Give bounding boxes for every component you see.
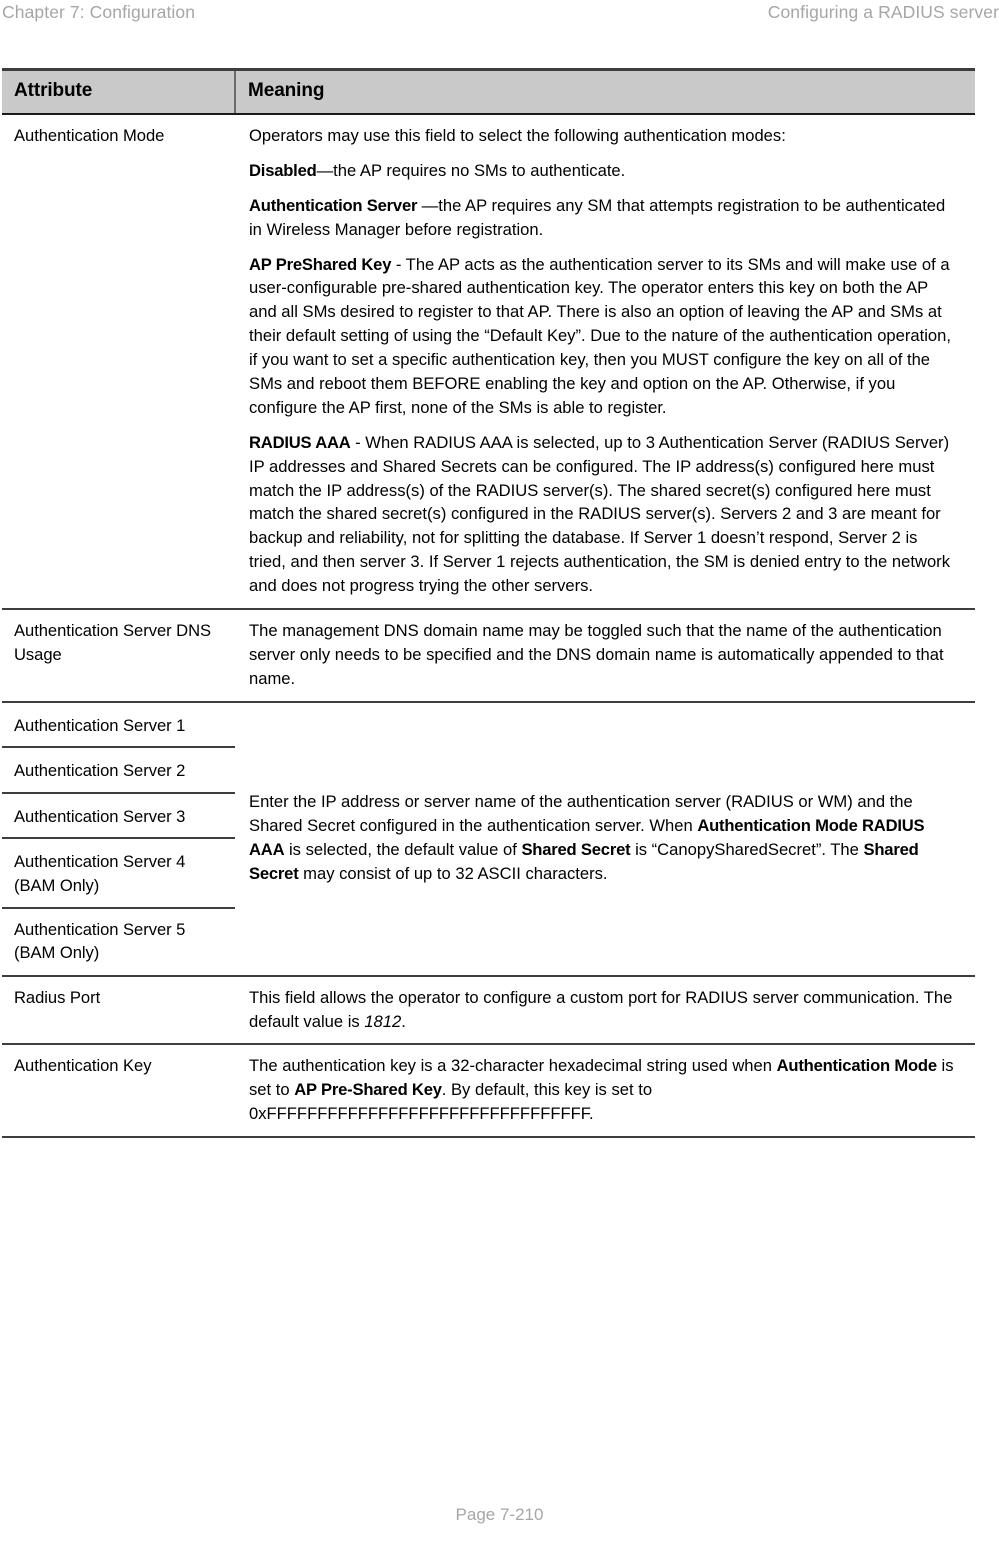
attribute-name: Authentication Server 5 (BAM Only) xyxy=(2,907,235,977)
attribute-table: Attribute Meaning Authentication Mode Op… xyxy=(2,68,975,1139)
paragraph-text: The authentication key is a 32-character… xyxy=(249,1056,777,1076)
paragraph-text: is selected, the default value of xyxy=(284,840,522,860)
running-header-left: Chapter 7: Configuration xyxy=(2,2,196,22)
table-header-row: Attribute Meaning xyxy=(2,68,975,115)
description-paragraph: The management DNS domain name may be to… xyxy=(249,619,955,691)
attribute-name: Authentication Key xyxy=(2,1044,235,1139)
attribute-description: Operators may use this field to select t… xyxy=(235,114,975,611)
column-header-attribute: Attribute xyxy=(2,68,236,115)
term-disabled: Disabled xyxy=(249,160,317,180)
default-value-1812: 1812 xyxy=(364,1011,402,1031)
description-paragraph: AP PreShared Key - The AP acts as the au… xyxy=(249,253,955,420)
term-authentication-mode: Authentication Mode xyxy=(776,1056,937,1076)
attribute-name: Authentication Server 1 xyxy=(2,701,235,749)
paragraph-text: - When RADIUS AAA is selected, up to 3 A… xyxy=(249,432,950,596)
term-shared-secret: Shared Secret xyxy=(521,840,631,860)
running-header: Chapter 7: Configuration Configuring a R… xyxy=(0,0,999,30)
attribute-name: Authentication Server 4 (BAM Only) xyxy=(2,838,235,909)
paragraph-text: —the AP requires no SMs to authenticate. xyxy=(316,160,626,180)
table-header: Attribute Meaning xyxy=(2,68,975,115)
table-row: Authentication Key The authentication ke… xyxy=(2,1044,975,1139)
paragraph-text: is “CanopySharedSecret”. The xyxy=(630,840,864,860)
term-ap-pre-shared-key: AP Pre-Shared Key xyxy=(294,1080,442,1100)
attribute-description: The authentication key is a 32-character… xyxy=(235,1044,975,1139)
paragraph-text: This field allows the operator to config… xyxy=(249,987,953,1031)
attribute-description: The management DNS domain name may be to… xyxy=(235,609,975,703)
table-row: Authentication Server DNS Usage The mana… xyxy=(2,609,975,703)
page-number: Page 7-210 xyxy=(455,1505,544,1524)
table-row: Authentication Server 1 Enter the IP add… xyxy=(2,701,975,977)
attribute-description-shared: Enter the IP address or server name of t… xyxy=(235,701,975,977)
table-row: Authentication Mode Operators may use th… xyxy=(2,114,975,611)
description-paragraph: Operators may use this field to select t… xyxy=(249,124,955,148)
page-footer: Page 7-210 xyxy=(0,1505,999,1525)
attribute-name: Radius Port xyxy=(2,975,235,1046)
term-radius-aaa: RADIUS AAA xyxy=(249,432,351,452)
paragraph-text: The management DNS domain name may be to… xyxy=(249,621,944,688)
paragraph-text: . xyxy=(401,1011,406,1031)
attribute-description: This field allows the operator to config… xyxy=(235,975,975,1046)
paragraph-text: may consist of up to 32 ASCII characters… xyxy=(298,864,608,884)
description-paragraph: This field allows the operator to config… xyxy=(249,986,955,1034)
description-paragraph: RADIUS AAA - When RADIUS AAA is selected… xyxy=(249,431,955,598)
attribute-table-container: Attribute Meaning Authentication Mode Op… xyxy=(2,68,975,1139)
attribute-name: Authentication Server DNS Usage xyxy=(2,609,235,703)
attribute-name: Authentication Server 3 xyxy=(2,792,235,840)
column-header-meaning: Meaning xyxy=(235,68,975,115)
running-header-right: Configuring a RADIUS server xyxy=(767,2,999,22)
term-ap-preshared-key: AP PreShared Key xyxy=(249,254,392,274)
term-authentication-server: Authentication Server xyxy=(249,195,422,215)
description-paragraph: Disabled—the AP requires no SMs to authe… xyxy=(249,159,955,183)
attribute-name: Authentication Server 2 xyxy=(2,747,235,794)
table-row: Radius Port This field allows the operat… xyxy=(2,975,975,1046)
attribute-name: Authentication Mode xyxy=(2,114,235,611)
paragraph-text: Operators may use this field to select t… xyxy=(249,126,786,145)
table-body: Authentication Mode Operators may use th… xyxy=(2,114,975,1139)
description-paragraph: The authentication key is a 32-character… xyxy=(249,1054,955,1126)
paragraph-text: - The AP acts as the authentication serv… xyxy=(249,254,951,417)
description-paragraph: Authentication Server —the AP requires a… xyxy=(249,194,955,242)
